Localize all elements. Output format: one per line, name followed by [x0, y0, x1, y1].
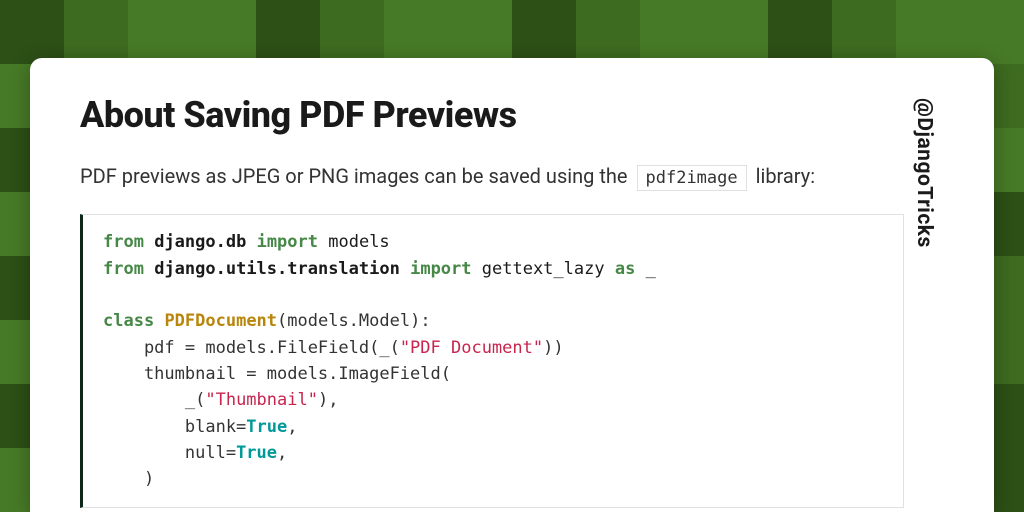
module-name: django.utils.translation — [154, 259, 400, 279]
literal-true: True — [236, 443, 277, 463]
code-text: ), — [318, 390, 338, 410]
code-text: blank= — [103, 417, 246, 437]
import-name: gettext_lazy — [482, 259, 605, 279]
intro-suffix: library: — [751, 164, 815, 188]
kw-import: import — [257, 232, 318, 252]
alias: _ — [646, 259, 656, 279]
literal-true: True — [246, 417, 287, 437]
code-text: null= — [103, 443, 236, 463]
article-card: About Saving PDF Previews PDF previews a… — [30, 58, 994, 512]
code-block: from django.db import models from django… — [80, 214, 904, 507]
code-text: )) — [543, 338, 563, 358]
import-name: models — [328, 232, 389, 252]
code-text: pdf = models.FileField(_( — [103, 338, 400, 358]
code-text: thumbnail = models.ImageField( — [103, 364, 451, 384]
code-text: _( — [103, 390, 205, 410]
comma: , — [287, 417, 297, 437]
twitter-handle: @DjangoTricks — [912, 98, 936, 512]
class-name: PDFDocument — [164, 311, 277, 331]
string-literal: "Thumbnail" — [205, 390, 318, 410]
comma: , — [277, 443, 287, 463]
code-text: ) — [103, 469, 154, 489]
inline-code-pdf2image: pdf2image — [637, 165, 747, 191]
kw-as: as — [615, 259, 635, 279]
module-name: django.db — [154, 232, 246, 252]
intro-paragraph: PDF previews as JPEG or PNG images can b… — [80, 160, 904, 192]
kw-import: import — [410, 259, 471, 279]
string-literal: "PDF Document" — [400, 338, 543, 358]
class-base: (models.Model): — [277, 311, 431, 331]
kw-class: class — [103, 311, 154, 331]
kw-from: from — [103, 232, 144, 252]
article-content: About Saving PDF Previews PDF previews a… — [80, 94, 904, 512]
intro-prefix: PDF previews as JPEG or PNG images can b… — [80, 164, 633, 188]
page-title: About Saving PDF Previews — [80, 94, 904, 136]
kw-from: from — [103, 259, 144, 279]
sidebar: @DjangoTricks — [904, 94, 944, 512]
